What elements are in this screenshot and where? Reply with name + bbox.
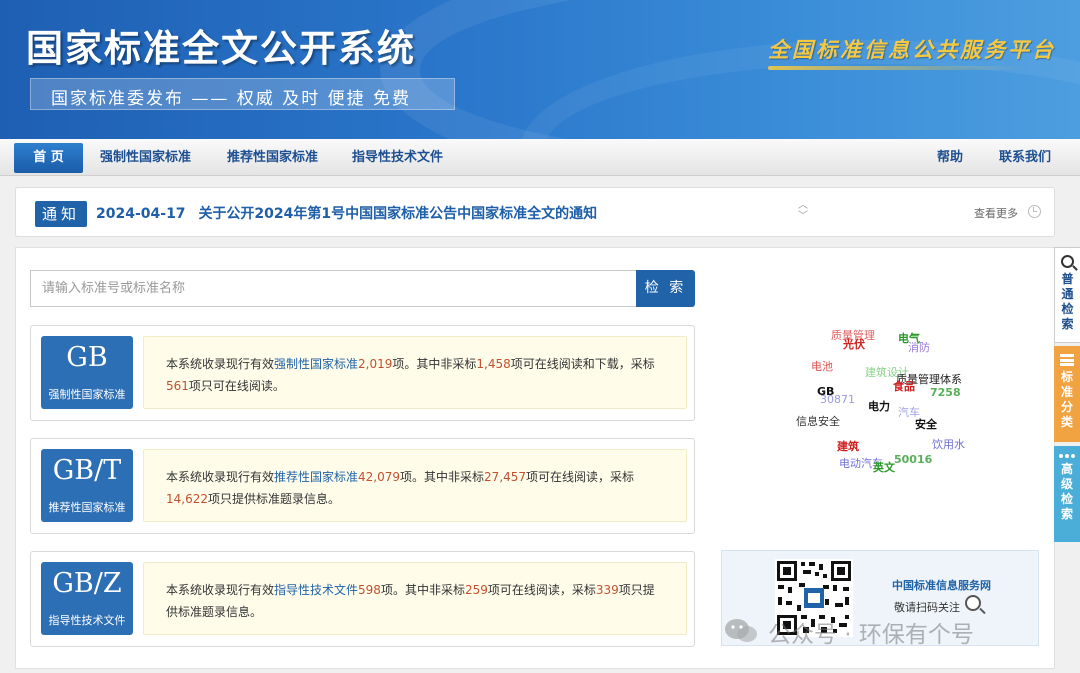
cloud-word[interactable]: 电池 bbox=[811, 358, 833, 374]
search-icon bbox=[1061, 255, 1074, 268]
cloud-word[interactable]: 安全 bbox=[915, 416, 937, 432]
desc-count: 14,622 bbox=[166, 492, 208, 506]
desc-count: 561 bbox=[166, 379, 189, 393]
search-button[interactable]: 检 索 bbox=[636, 270, 695, 307]
main-nav: 首 页 强制性国家标准 推荐性国家标准 指导性技术文件 帮助 联系我们 bbox=[0, 139, 1080, 176]
desc-text: 项只可在线阅读。 bbox=[188, 379, 285, 393]
card-description: 本系统收录现行有效推荐性国家标准42,079项。其中非采标27,457项可在线阅… bbox=[143, 449, 687, 522]
subtitle-box: 国家标准委发布 —— 权威 及时 便捷 免费 bbox=[30, 78, 455, 110]
view-more-link[interactable]: 查看更多 bbox=[974, 205, 1018, 221]
desc-link[interactable]: 强制性国家标准 bbox=[274, 357, 358, 371]
chevron-up-icon[interactable]: ︿ bbox=[796, 200, 810, 211]
cloud-word[interactable]: 消防 bbox=[908, 339, 930, 355]
desc-count: 42,079 bbox=[358, 470, 401, 484]
desc-count: 259 bbox=[464, 583, 488, 597]
watermark-text: 公众号 · 环保有个号 bbox=[768, 622, 974, 648]
header-banner: 国家标准全文公开系统 国家标准委发布 —— 权威 及时 便捷 免费 全国标准信息… bbox=[0, 0, 1080, 139]
side-tab-category[interactable]: 标准分类 bbox=[1054, 346, 1080, 442]
card-code: GB bbox=[66, 342, 108, 373]
notice-title: 关于公开2024年第1号中国国家标准公告中国家标准全文的通知 bbox=[198, 206, 598, 222]
desc-text: 项。其中非采标 bbox=[392, 357, 477, 371]
magnifier-icon bbox=[965, 595, 981, 611]
desc-count: 598 bbox=[358, 583, 381, 597]
cloud-word[interactable]: 光伏 bbox=[843, 336, 865, 352]
nav-contact[interactable]: 联系我们 bbox=[999, 139, 1051, 176]
notice-bar: 通知 2024-04-17 关于公开2024年第1号中国国家标准公告中国家标准全… bbox=[15, 187, 1055, 237]
qr-title: 中国标准信息服务网 bbox=[892, 579, 991, 592]
cloud-word[interactable]: 电力 bbox=[868, 398, 890, 414]
side-tab-label: 标准分类 bbox=[1060, 370, 1073, 429]
desc-text: 项。其中非采标 bbox=[400, 470, 485, 484]
notice-scroll-arrows[interactable]: ︿ ﹀ bbox=[796, 200, 810, 222]
list-icon bbox=[1060, 354, 1074, 366]
side-tab-label: 普通检索 bbox=[1061, 272, 1074, 331]
desc-count: 1,458 bbox=[476, 357, 511, 371]
card-code: GB/Z bbox=[52, 568, 122, 599]
cloud-word[interactable]: 英文 bbox=[873, 459, 895, 475]
cloud-word[interactable]: 50016 bbox=[894, 453, 932, 466]
wechat-icon bbox=[725, 619, 757, 642]
gb-logo-button[interactable]: GB 强制性国家标准 bbox=[41, 336, 133, 409]
card-description: 本系统收录现行有效强制性国家标准2,019项。其中非采标1,458项可在线阅读和… bbox=[143, 336, 687, 409]
desc-text: 项只提供标准题录信息。 bbox=[208, 492, 341, 506]
desc-count: 27,457 bbox=[484, 470, 527, 484]
card-code: GB/T bbox=[52, 455, 122, 486]
desc-count: 2,019 bbox=[358, 357, 393, 371]
site-title: 国家标准全文公开系统 bbox=[26, 26, 416, 70]
card-gb: GB 强制性国家标准 本系统收录现行有效强制性国家标准2,019项。其中非采标1… bbox=[30, 325, 695, 421]
card-gbz: GB/Z 指导性技术文件 本系统收录现行有效指导性技术文件598项。其中非采标2… bbox=[30, 551, 695, 647]
desc-text: 本系统收录现行有效 bbox=[166, 583, 275, 597]
desc-link[interactable]: 指导性技术文件 bbox=[274, 583, 358, 597]
platform-slogan: 全国标准信息公共服务平台 bbox=[768, 37, 1056, 62]
cloud-word[interactable]: 建筑 bbox=[837, 438, 859, 454]
desc-link[interactable]: 推荐性国家标准 bbox=[274, 470, 358, 484]
site-subtitle: 国家标准委发布 —— 权威 及时 便捷 免费 bbox=[51, 89, 412, 109]
nav-recommended[interactable]: 推荐性国家标准 bbox=[227, 139, 318, 176]
nav-home[interactable]: 首 页 bbox=[14, 143, 83, 173]
desc-text: 项。其中非采标 bbox=[380, 583, 465, 597]
side-tab-basic-search[interactable]: 普通检索 bbox=[1054, 247, 1080, 343]
notice-date: 2024-04-17 bbox=[96, 206, 186, 222]
nav-mandatory[interactable]: 强制性国家标准 bbox=[100, 139, 191, 176]
cloud-word[interactable]: 信息安全 bbox=[796, 413, 840, 429]
card-gbt: GB/T 推荐性国家标准 本系统收录现行有效推荐性国家标准42,079项。其中非… bbox=[30, 438, 695, 534]
nav-guidance[interactable]: 指导性技术文件 bbox=[352, 139, 443, 176]
clock-icon bbox=[1028, 205, 1041, 218]
nav-help[interactable]: 帮助 bbox=[937, 139, 963, 176]
keyword-cloud: 质量管理 光伏 电气 消防 电池 建筑设计 质量管理体系 食品 GB 30871… bbox=[776, 318, 976, 478]
more-dots-icon bbox=[1059, 454, 1075, 458]
card-label: 指导性技术文件 bbox=[48, 614, 126, 627]
desc-text: 项可在线阅读，采标 bbox=[526, 470, 635, 484]
cloud-word[interactable]: 30871 bbox=[820, 393, 855, 406]
card-label: 推荐性国家标准 bbox=[48, 501, 126, 514]
cloud-word[interactable]: 食品 bbox=[893, 378, 915, 394]
desc-text: 项可在线阅读，采标 bbox=[487, 583, 596, 597]
gbt-logo-button[interactable]: GB/T 推荐性国家标准 bbox=[41, 449, 133, 522]
desc-text: 本系统收录现行有效 bbox=[166, 470, 275, 484]
slogan-underline bbox=[768, 66, 1026, 70]
side-tab-advanced-search[interactable]: 高级检索 bbox=[1054, 446, 1080, 542]
search-input[interactable]: 请输入标准号或标准名称 bbox=[30, 270, 636, 307]
notice-badge: 通知 bbox=[35, 201, 87, 227]
desc-text: 本系统收录现行有效 bbox=[166, 357, 275, 371]
cloud-word[interactable]: 饮用水 bbox=[932, 436, 965, 452]
qr-subtitle: 敬请扫码关注 bbox=[894, 601, 960, 614]
chevron-down-icon[interactable]: ﹀ bbox=[796, 211, 810, 222]
side-tab-label: 高级检索 bbox=[1060, 462, 1073, 521]
card-label: 强制性国家标准 bbox=[48, 388, 126, 401]
cloud-word[interactable]: 7258 bbox=[930, 386, 961, 399]
watermark: 公众号 · 环保有个号 bbox=[724, 615, 1054, 648]
gbz-logo-button[interactable]: GB/Z 指导性技术文件 bbox=[41, 562, 133, 635]
card-description: 本系统收录现行有效指导性技术文件598项。其中非采标259项可在线阅读，采标33… bbox=[143, 562, 687, 635]
desc-count: 339 bbox=[595, 583, 619, 597]
desc-text: 项可在线阅读和下载，采标 bbox=[510, 357, 655, 371]
notice-link[interactable]: 2024-04-17 关于公开2024年第1号中国国家标准公告中国家标准全文的通… bbox=[96, 203, 597, 223]
